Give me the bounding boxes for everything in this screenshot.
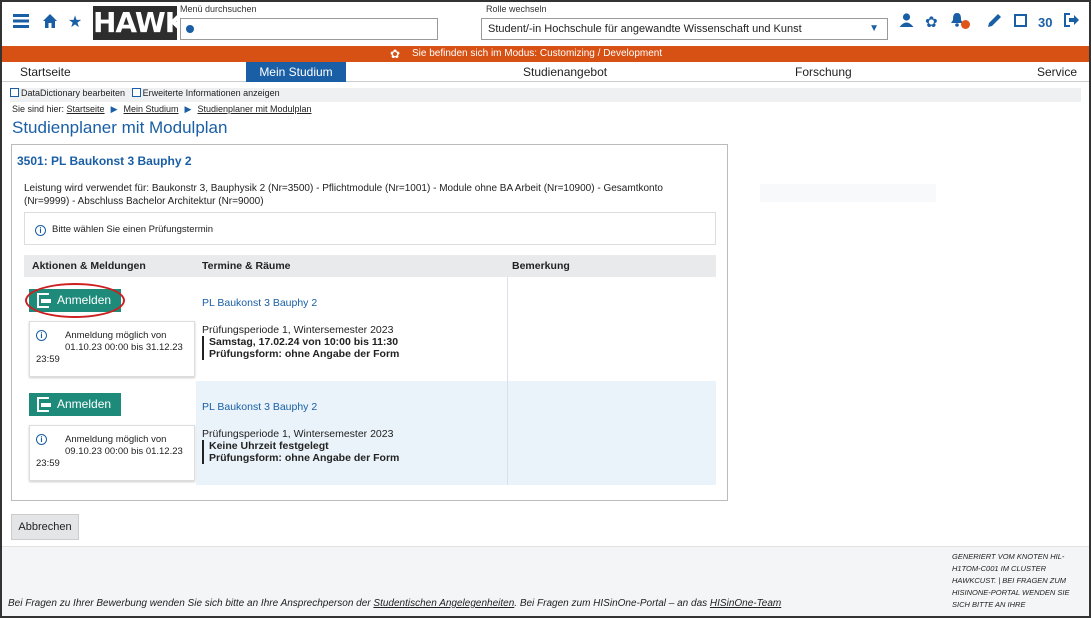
info-icon: i [36,330,47,341]
info-text: Bitte wählen Sie einen Prüfungstermin [52,224,214,235]
window-icon[interactable] [1014,13,1027,33]
note-line1: Anmeldung möglich von [65,434,167,445]
mode-bar: ✿ Sie befinden sich im Modus: Customizin… [2,46,1089,62]
module-usage-line2: (Nr=9999) - Abschluss Bachelor Architekt… [24,196,264,207]
exam-date: Samstag, 17.02.24 von 10:00 bis 11:30 [209,336,399,348]
table-header: Aktionen & Meldungen Termine & Räume Bem… [24,255,716,277]
nav-item-forschung[interactable]: Forschung [795,62,852,82]
chevron-down-icon: ▼ [869,23,879,34]
highlight-circle [25,283,125,318]
faded-placeholder [760,184,936,202]
footer-text: Bei Fragen zu Ihrer Bewerbung wenden Sie… [8,598,781,609]
logout-icon[interactable] [1064,13,1079,33]
module-panel: 3501: PL Baukonst 3 Bauphy 2 Leistung wi… [11,144,728,501]
home-icon[interactable] [41,14,59,32]
menu-search-label: Menü durchsuchen [180,4,257,14]
notification-badge [961,20,970,29]
search-icon [186,25,194,33]
anmelden-label: Anmelden [57,397,112,411]
exam-date: Keine Uhrzeit festgelegt [209,440,329,452]
registration-note: i Anmeldung möglich von 01.10.23 00:00 b… [29,321,195,377]
exam-details: Samstag, 17.02.24 von 10:00 bis 11:30 Pr… [202,336,399,360]
page-title: Studienplaner mit Modulplan [12,118,228,137]
footer: Bei Fragen zu Ihrer Bewerbung wenden Sie… [2,546,1089,616]
header-termine: Termine & Räume [202,260,291,272]
exam-period: Prüfungsperiode 1, Wintersemester 2023 [202,428,394,440]
header-aktionen: Aktionen & Meldungen [32,260,146,272]
note-line1: Anmeldung möglich von [65,330,167,341]
datadictionary-checkbox[interactable] [10,88,19,97]
gear-icon: ✿ [390,47,401,61]
actions-cell: Anmelden i Anmeldung möglich von 01.10.2… [24,277,196,381]
breadcrumb-startseite[interactable]: Startseite [67,104,105,114]
info-icon: i [35,225,46,236]
star-icon[interactable]: ★ [66,14,84,32]
role-select-value: Student/-in Hochschule für angewandte Wi… [488,23,802,35]
module-usage: Leistung wird verwendet für: Baukonstr 3… [24,182,724,208]
nav-item-startseite[interactable]: Startseite [20,62,71,82]
note-line3: 23:59 [36,458,60,469]
top-header: ★ HAWK Menü durchsuchen Rolle wechseln S… [2,2,1089,46]
table-row: Anmelden i Anmeldung möglich von 01.10.2… [24,277,716,381]
note-line2: 09.10.23 00:00 bis 01.12.23 [65,446,183,457]
actions-cell: Anmelden i Anmeldung möglich von 09.10.2… [24,381,196,485]
info-box: i Bitte wählen Sie einen Prüfungstermin [24,212,716,245]
exam-form: Prüfungsform: ohne Angabe der Form [209,452,400,464]
login-icon [37,397,51,412]
footer-node-info: GENERIERT VOM KNOTEN HIL-H1TOM-C001 IM C… [952,552,1070,609]
module-usage-line1: Leistung wird verwendet für: Baukonstr 3… [24,183,663,194]
footer-link-hisinone-team[interactable]: HISinOne-Team [710,598,781,609]
extended-info-checkbox[interactable] [131,88,141,97]
nav-item-studienangebot[interactable]: Studienangebot [523,62,607,82]
column-divider [507,381,508,485]
main-nav: Startseite Mein Studium Studienangebot F… [2,62,1089,82]
user-icon[interactable] [899,13,914,33]
options-bar: DataDictionary bearbeiten Erweiterte Inf… [10,88,1081,102]
module-title: 3501: PL Baukonst 3 Bauphy 2 [17,154,192,168]
menu-search-input[interactable] [180,18,438,40]
exam-link[interactable]: PL Baukonst 3 Bauphy 2 [202,401,317,413]
session-timer: 30 [1038,15,1053,30]
cancel-button[interactable]: Abbrechen [11,514,79,540]
note-line3: 23:59 [36,354,60,365]
anmelden-button[interactable]: Anmelden [29,393,121,416]
hawk-logo[interactable]: HAWK [93,6,186,40]
nav-item-mein-studium[interactable]: Mein Studium [246,62,346,82]
exam-details: Keine Uhrzeit festgelegt Prüfungsform: o… [202,440,399,464]
mode-bar-text: Sie befinden sich im Modus: Customizing … [412,48,663,59]
chevron-right-icon: ▶ [110,104,118,114]
exam-form: Prüfungsform: ohne Angabe der Form [209,348,400,360]
footer-text-part1: Bei Fragen zu Ihrer Bewerbung wenden Sie… [8,598,371,609]
gear-icon[interactable]: ✿ [925,13,938,33]
extended-info-label[interactable]: Erweiterte Informationen anzeigen [143,88,280,98]
role-switch-label: Rolle wechseln [486,4,547,14]
edit-pencil-icon[interactable] [988,13,1001,33]
chevron-right-icon: ▶ [184,104,192,114]
note-line2: 01.10.23 00:00 bis 31.12.23 [65,342,183,353]
role-select[interactable]: Student/-in Hochschule für angewandte Wi… [481,18,888,40]
exam-link[interactable]: PL Baukonst 3 Bauphy 2 [202,297,317,309]
menu-icon[interactable] [12,14,30,32]
info-icon: i [36,434,47,445]
table-row: Anmelden i Anmeldung möglich von 09.10.2… [24,381,716,485]
breadcrumb: Sie sind hier: Startseite ▶ Mein Studium ▶ S… [12,104,312,115]
footer-link-studentische[interactable]: Studentischen Angelegenheiten [373,598,514,609]
nav-item-service[interactable]: Service [1037,62,1077,82]
breadcrumb-mein-studium[interactable]: Mein Studium [124,104,179,114]
registration-note: i Anmeldung möglich von 09.10.23 00:00 b… [29,425,195,481]
footer-text-part2: . Bei Fragen zum HISinOne-Portal – an da… [514,598,708,609]
breadcrumb-prefix: Sie sind hier: [12,104,65,114]
breadcrumb-studienplaner[interactable]: Studienplaner mit Modulplan [197,104,311,114]
datadictionary-label[interactable]: DataDictionary bearbeiten [21,88,125,98]
exam-period: Prüfungsperiode 1, Wintersemester 2023 [202,324,394,336]
header-bemerkung: Bemerkung [512,260,570,272]
column-divider [507,277,508,381]
